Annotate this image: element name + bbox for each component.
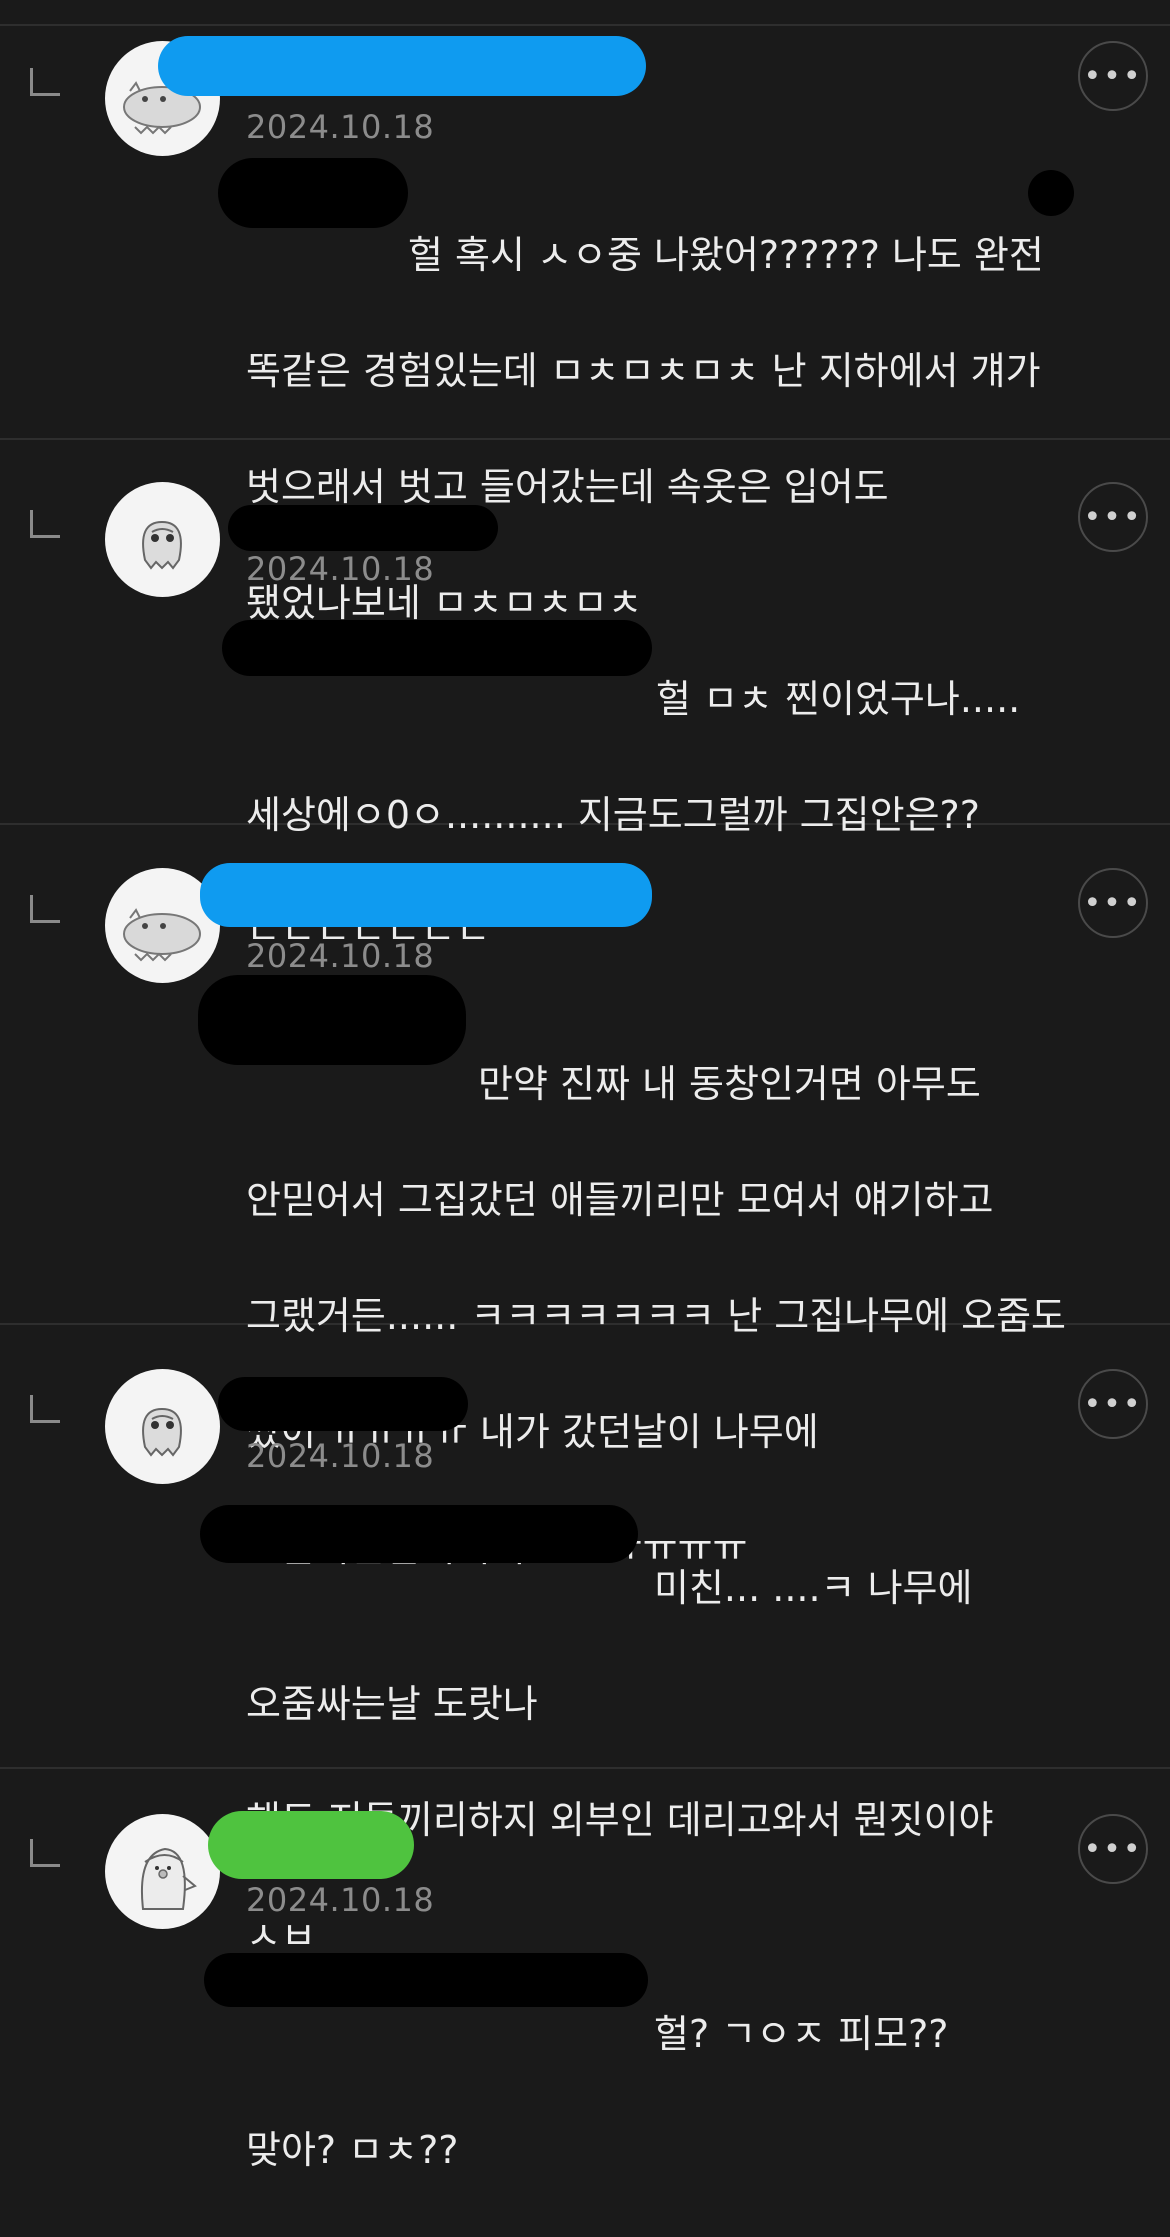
comment-line: 맞아? ㅁㅊ?? xyxy=(246,2128,459,2172)
more-options-button[interactable]: ••• xyxy=(1078,482,1148,552)
username-redaction xyxy=(158,36,646,96)
comment-item: 2024.10.18 ••• 헐 ㅁㅊ 찐이었구나..... 세상에ㅇ0ㅇ...… xyxy=(0,440,1170,953)
ellipsis-icon: ••• xyxy=(1083,885,1143,921)
mention-redaction xyxy=(204,1953,648,2007)
mention-redaction xyxy=(218,158,408,228)
ellipsis-icon: ••• xyxy=(1083,499,1143,535)
comment-date: 2024.10.18 xyxy=(246,550,435,588)
comment-line: 오줌싸는날 도랏나 xyxy=(246,1682,538,1726)
comment-line: 헐? ㄱㅇㅈ 피모?? xyxy=(654,2012,949,2056)
text-redaction xyxy=(1028,170,1074,216)
username-redaction xyxy=(200,863,652,927)
comment-line: 헐 ㅁㅊ 찐이었구나..... xyxy=(656,677,1021,721)
reply-indent-icon xyxy=(30,1395,60,1423)
ghost-avatar-icon[interactable] xyxy=(105,1369,220,1484)
comment-line: 헐 혹시 ㅅㅇ중 나왔어?????? 나도 완전 xyxy=(408,233,1044,277)
comment-item: 2024.10.18 ••• 만약 진짜 내 동창인거면 아무도 안믿어서 그집… xyxy=(0,825,1170,1570)
penguin-avatar-icon[interactable] xyxy=(105,1814,220,1929)
comment-date: 2024.10.18 xyxy=(246,1881,435,1919)
reply-indent-icon xyxy=(30,895,60,923)
ghost-avatar-icon[interactable] xyxy=(105,482,220,597)
username-redaction xyxy=(218,1377,468,1431)
ellipsis-icon: ••• xyxy=(1083,1386,1143,1422)
more-options-button[interactable]: ••• xyxy=(1078,868,1148,938)
comment-date: 2024.10.18 xyxy=(246,937,435,975)
ellipsis-icon: ••• xyxy=(1083,1831,1143,1867)
comment-date: 2024.10.18 xyxy=(246,108,435,146)
ellipsis-icon: ••• xyxy=(1083,58,1143,94)
mention-redaction xyxy=(222,620,652,676)
more-options-button[interactable]: ••• xyxy=(1078,1814,1148,1884)
comment-date: 2024.10.18 xyxy=(246,1437,435,1475)
reply-indent-icon xyxy=(30,1839,60,1867)
mention-redaction xyxy=(200,1505,638,1563)
username-redaction xyxy=(228,505,498,551)
comment-item: 2024.10.18 ••• 헐 혹시 ㅅㅇ중 나왔어?????? 나도 완전 … xyxy=(0,26,1170,625)
comment-line: 안믿어서 그집갔던 애들끼리만 모여서 얘기하고 xyxy=(246,1178,994,1222)
comment-line: 미친... ....ㅋ 나무에 xyxy=(654,1566,973,1610)
reply-indent-icon xyxy=(30,68,60,96)
mention-redaction xyxy=(198,975,466,1065)
comment-item: 2024.10.18 ••• 헐? ㄱㅇㅈ 피모?? 맞아? ㅁㅊ?? xyxy=(0,1769,1170,2172)
more-options-button[interactable]: ••• xyxy=(1078,1369,1148,1439)
comment-line: 똑같은 경험있는데 ㅁㅊㅁㅊㅁㅊ 난 지하에서 걔가 xyxy=(246,349,1041,393)
comment-item: 2024.10.18 ••• 미친... ....ㅋ 나무에 오줌싸는날 도랏나… xyxy=(0,1325,1170,1945)
more-options-button[interactable]: ••• xyxy=(1078,41,1148,111)
reply-indent-icon xyxy=(30,510,60,538)
username-redaction xyxy=(208,1811,414,1879)
